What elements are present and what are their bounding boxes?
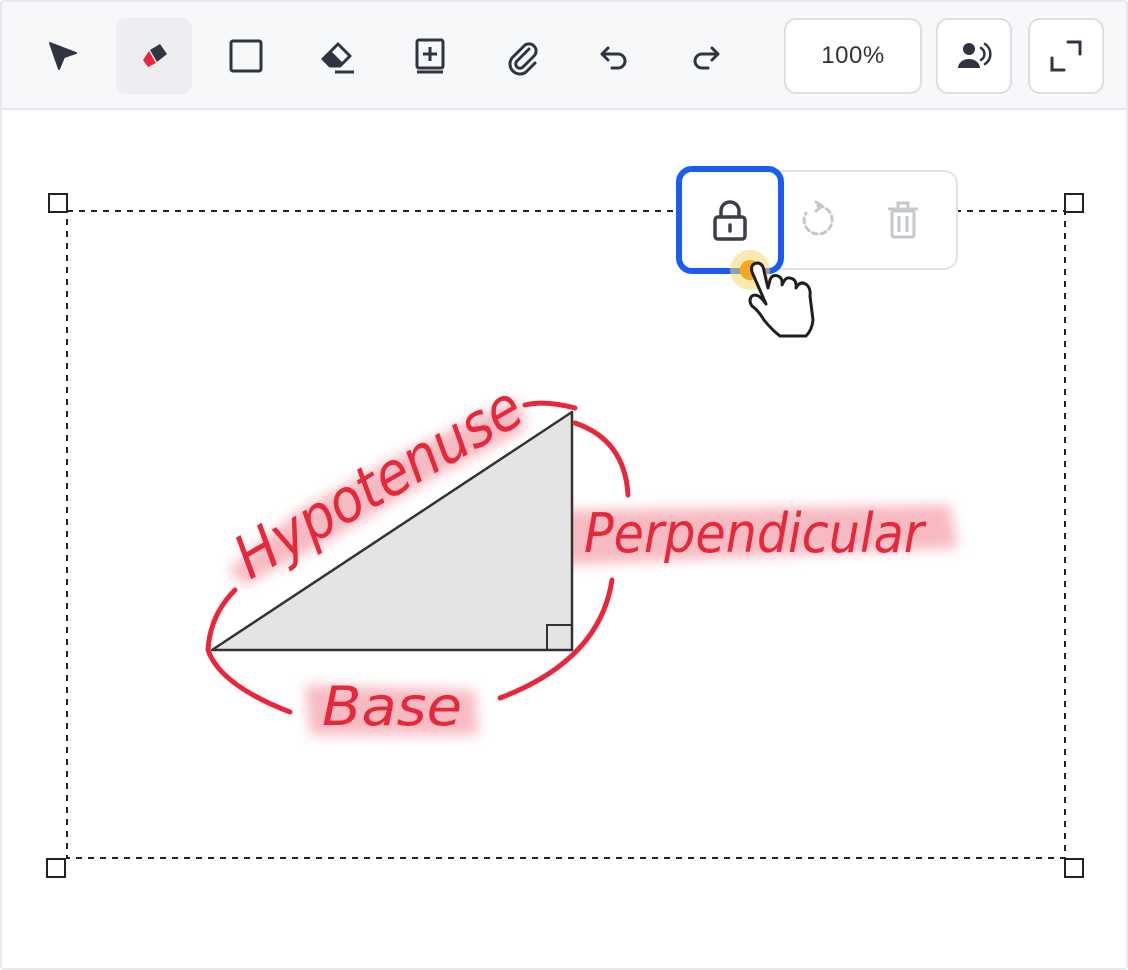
lock-button[interactable] <box>676 166 784 274</box>
resize-handle-bottom-left[interactable] <box>46 858 66 878</box>
delete-button[interactable] <box>875 190 931 250</box>
drawing-layer: Hypotenuse Perpendicular Base <box>46 193 1084 878</box>
resize-handle-top-left[interactable] <box>48 193 68 213</box>
rotate-icon <box>802 200 834 236</box>
rotate-button[interactable] <box>790 190 846 250</box>
label-base: Base <box>322 675 462 738</box>
trash-icon <box>888 201 918 239</box>
resize-handle-bottom-right[interactable] <box>1064 858 1084 878</box>
resize-handle-top-right[interactable] <box>1064 193 1084 213</box>
lock-icon <box>713 200 747 241</box>
label-perpendicular: Perpendicular <box>584 502 927 565</box>
